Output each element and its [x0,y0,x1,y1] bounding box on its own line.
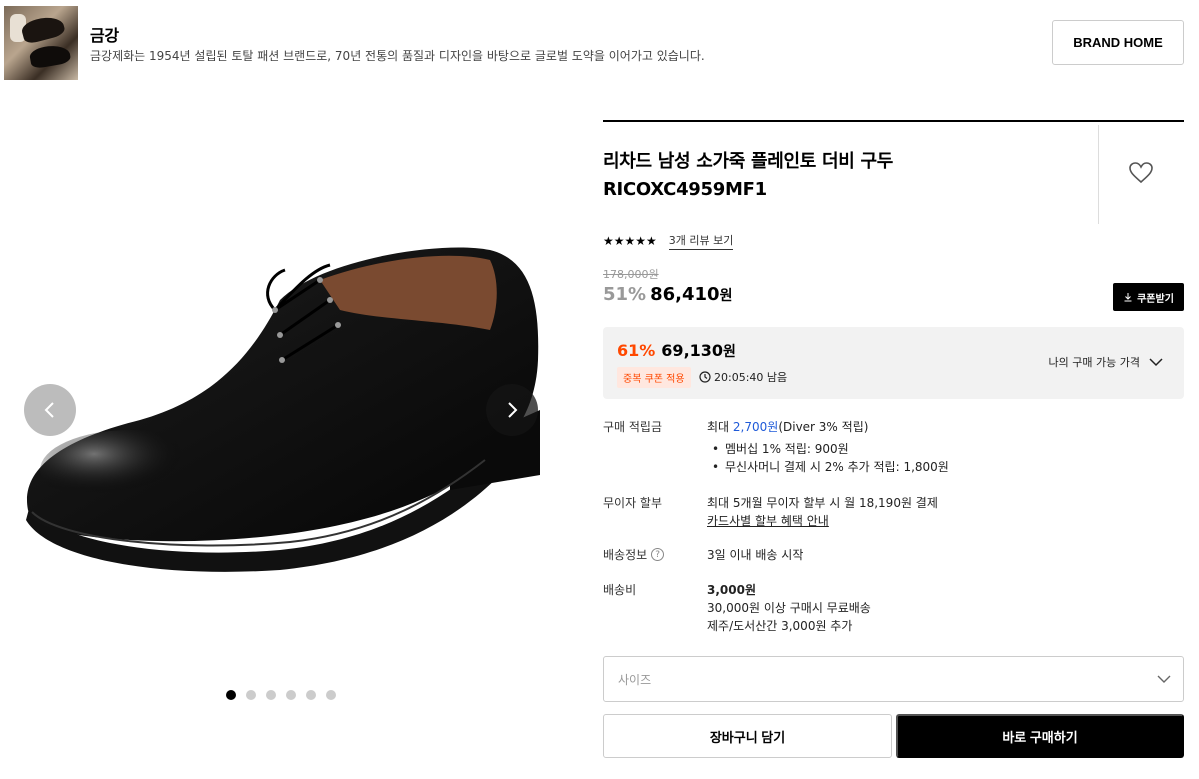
product-title-line2: RICOXC4959MF1 [603,179,767,200]
points-value: 최대 2,700원(Diver 3% 적립) 멤버십 1% 적립: 900원 무… [707,418,949,476]
points-suffix: (Diver 3% 적립) [778,420,869,434]
gallery-prev-button[interactable] [24,384,76,436]
chevron-down-icon [1149,358,1163,367]
brand-home-button[interactable]: BRAND HOME [1052,20,1184,65]
rating-row: ★★★★★ 3개 리뷰 보기 [603,232,734,250]
brand-thumbnail-image[interactable] [4,6,78,80]
size-select[interactable]: 사이즈 [603,656,1184,702]
coupon-download-button[interactable]: 쿠폰받기 [1113,283,1184,311]
currency-won: 원 [723,344,736,360]
shipping-info-value: 3일 이내 배송 시작 [707,548,804,562]
brand-description: 금강제화는 1954년 설립된 토탈 패션 브랜드로, 70년 전통의 품질과 … [90,49,705,63]
buy-now-button[interactable]: 바로 구매하기 [896,714,1184,758]
wishlist-button[interactable] [1129,162,1153,188]
my-price-row: 61% 69,130 원 [617,341,736,361]
my-price-label: 나의 구매 가능 가격 [1048,356,1140,369]
heart-icon [1129,162,1153,184]
clock-icon [699,371,711,383]
countdown-timer: 20:05:40 남음 [699,369,787,385]
shipping-info-label: 배송정보 [603,548,648,562]
chevron-left-icon [44,402,54,418]
shipping-extra-note: 제주/도서산간 3,000원 추가 [707,619,853,633]
shipping-fee-amount: 3,000원 [707,583,756,597]
divider [1098,125,1099,224]
timer-text: 20:05:40 남음 [714,371,788,384]
chevron-down-icon [1157,675,1171,683]
review-link[interactable]: 3개 리뷰 보기 [668,232,734,250]
gallery-next-button[interactable] [486,384,538,436]
gallery-dot[interactable] [286,690,296,700]
product-image [26,247,540,572]
brand-header: 금강 금강제화는 1954년 설립된 토탈 패션 브랜드로, 70년 전통의 품… [0,0,1199,90]
original-price: 178,000원 [603,268,659,281]
points-breakdown: 멤버십 1% 적립: 900원 무신사머니 결제 시 2% 추가 적립: 1,8… [707,440,949,476]
star-rating: ★★★★★ [603,234,657,248]
my-price-toggle[interactable]: 나의 구매 가능 가격 [1049,354,1164,370]
discount-percent: 51% [603,284,647,305]
points-bullet: 무신사머니 결제 시 2% 추가 적립: 1,800원 [707,458,949,476]
sale-price: 86,410 [650,284,720,305]
duplicate-coupon-badge: 중복 쿠폰 적용 [617,367,691,388]
gallery-dot[interactable] [306,690,316,700]
shipping-fee-label: 배송비 [603,583,637,597]
points-label: 구매 적립금 [603,420,663,434]
coupon-button-label: 쿠폰받기 [1137,293,1174,305]
product-title-line1: 리차드 남성 소가죽 플레인토 더비 구두 [603,151,893,172]
gallery-dot[interactable] [246,690,256,700]
product-image-gallery [0,100,580,720]
installment-text: 최대 5개월 무이자 할부 시 월 18,190원 결제 [707,496,938,510]
installment-label: 무이자 할부 [603,496,663,510]
download-icon [1124,293,1132,302]
shipping-free-note: 30,000원 이상 구매시 무료배송 [707,601,871,615]
gallery-dot[interactable] [266,690,276,700]
currency-won: 원 [719,288,733,304]
my-price-value: 69,130 [661,341,724,360]
gallery-dot[interactable] [326,690,336,700]
shipping-info-label-group: 배송정보 ? [603,546,703,563]
gallery-dot[interactable] [226,690,236,700]
brand-name[interactable]: 금강 [90,22,119,46]
sale-price-row: 51% 86,410 원 [603,284,732,305]
my-price-percent: 61% [617,341,656,360]
my-price-box[interactable]: 61% 69,130 원 중복 쿠폰 적용 20:05:40 남음 나의 구매 … [603,327,1184,399]
chevron-right-icon [508,402,518,418]
product-title: 리차드 남성 소가죽 플레인토 더비 구두 RICOXC4959MF1 [603,148,893,204]
points-bullet: 멤버십 1% 적립: 900원 [707,440,949,458]
help-icon[interactable]: ? [651,548,665,561]
add-to-cart-button[interactable]: 장바구니 담기 [603,714,892,758]
shipping-fee-value: 3,000원 30,000원 이상 구매시 무료배송 제주/도서산간 3,000… [707,581,871,635]
installment-value: 최대 5개월 무이자 할부 시 월 18,190원 결제 카드사별 할부 혜택 … [707,494,938,530]
size-select-placeholder: 사이즈 [618,672,652,687]
installment-info-link[interactable]: 카드사별 할부 혜택 안내 [707,512,938,530]
points-amount: 2,700원 [732,420,779,434]
gallery-pagination [226,690,336,700]
points-prefix: 최대 [707,420,733,434]
title-area: 리차드 남성 소가죽 플레인토 더비 구두 RICOXC4959MF1 [603,122,1098,224]
